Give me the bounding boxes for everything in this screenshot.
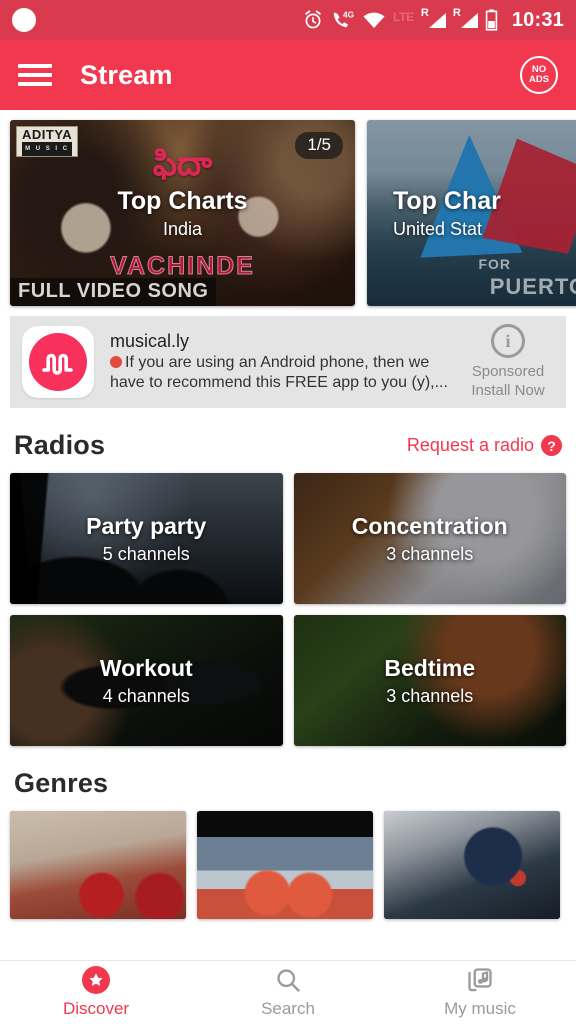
call-4g-icon: 4G [333,10,354,28]
radio-card-party-party[interactable]: Party party 5 channels [10,473,283,604]
radio-channels-workout: 4 channels [102,685,190,706]
radio-channels-concentration: 3 channels [386,543,474,564]
nav-label-search: Search [261,999,315,1018]
alarm-icon [305,10,321,29]
musically-app-icon [22,326,94,398]
carousel-title-india: Top Charts [117,186,248,215]
radio-card-concentration[interactable]: Concentration 3 channels [293,473,566,604]
app-bar: Stream NO ADS [0,40,576,110]
radio-title-concentration: Concentration [351,512,508,539]
ad-info-icon[interactable]: i [491,324,525,358]
status-bar: 4G LTE R R 10:31 [0,0,576,40]
carousel-title-united-states: Top Char [393,186,501,215]
ad-red-dot-icon [110,356,122,368]
carousel-subtitle-united-states: United Stat [393,218,483,239]
star-badge-icon [82,966,110,994]
nav-item-search[interactable]: Search [192,966,384,1019]
hamburger-menu-icon[interactable] [18,62,52,88]
bottom-navigation: Discover Search My music [0,960,576,1024]
radio-channels-party: 5 channels [102,543,190,564]
radio-title-bedtime: Bedtime [384,654,476,681]
genres-row[interactable] [0,811,576,919]
battery-icon [485,9,498,31]
carousel-card-india[interactable]: ADITYA M U S I C ఫిదా VACHINDE FULL VIDE… [10,120,355,306]
music-library-icon [468,968,492,992]
status-clock: 10:31 [511,8,564,31]
ad-description: If you are using an Android phone, then … [110,353,456,393]
question-mark-icon[interactable]: ? [541,435,562,456]
magnifier-icon [277,969,300,992]
genres-heading: Genres [14,768,109,798]
nav-item-discover[interactable]: Discover [0,966,192,1019]
radios-section-header: Radios Request a radio ? [0,408,576,473]
status-notification-dot [12,8,36,32]
sim2-signal-icon: R [453,8,478,31]
page-title: Stream [80,59,173,90]
radio-card-workout[interactable]: Workout 4 channels [10,615,283,746]
nav-label-my-music: My music [444,999,516,1018]
carousel-subtitle-india: India [162,218,203,239]
carousel-page-badge: 1/5 [295,132,343,159]
wifi-icon [363,12,385,28]
scroll-content[interactable]: ADITYA M U S I C ఫిదా VACHINDE FULL VIDE… [0,110,576,960]
radios-heading: Radios [14,430,106,460]
top-charts-carousel[interactable]: ADITYA M U S I C ఫిదా VACHINDE FULL VIDE… [0,110,576,306]
app-screen: 4G LTE R R 10:31 Stream NO ADS ADITYA M … [0,0,576,1024]
no-ads-line-2: ADS [528,74,550,85]
genre-artwork-2 [197,811,373,919]
genre-card-3[interactable] [384,811,560,919]
genre-card-1[interactable] [10,811,186,919]
lte-label: LTE [392,10,414,24]
ad-description-text: If you are using an Android phone, then … [110,354,448,391]
nav-label-discover: Discover [62,999,130,1018]
radio-card-bedtime[interactable]: Bedtime 3 channels [293,615,566,746]
radio-title-workout: Workout [99,654,193,681]
ad-install-now-button[interactable]: Install Now [462,381,554,400]
genre-artwork-1 [10,811,186,919]
no-ads-icon[interactable]: NO ADS [520,56,558,94]
radio-title-party: Party party [86,512,207,539]
genre-artwork-3 [384,811,560,919]
genres-section-header: Genres [0,746,576,811]
ad-title: musical.ly [110,331,190,351]
request-a-radio-link[interactable]: Request a radio ? [407,435,562,456]
radios-grid: Party party 5 channels Concentration 3 c… [0,473,576,746]
musically-glyph [42,353,73,375]
request-a-radio-label: Request a radio [406,435,534,455]
ad-sponsored-label: Sponsored [471,363,545,380]
sim1-signal-icon: R [421,8,446,31]
nav-item-my-music[interactable]: My music [384,966,576,1019]
genre-card-2[interactable] [197,811,373,919]
sponsored-ad-banner[interactable]: musical.ly If you are using an Android p… [10,316,566,408]
carousel-card-united-states[interactable]: FOR PUERTO Top Char United Stat [367,120,576,306]
svg-text:4G: 4G [343,10,354,19]
radio-channels-bedtime: 3 channels [386,685,474,706]
